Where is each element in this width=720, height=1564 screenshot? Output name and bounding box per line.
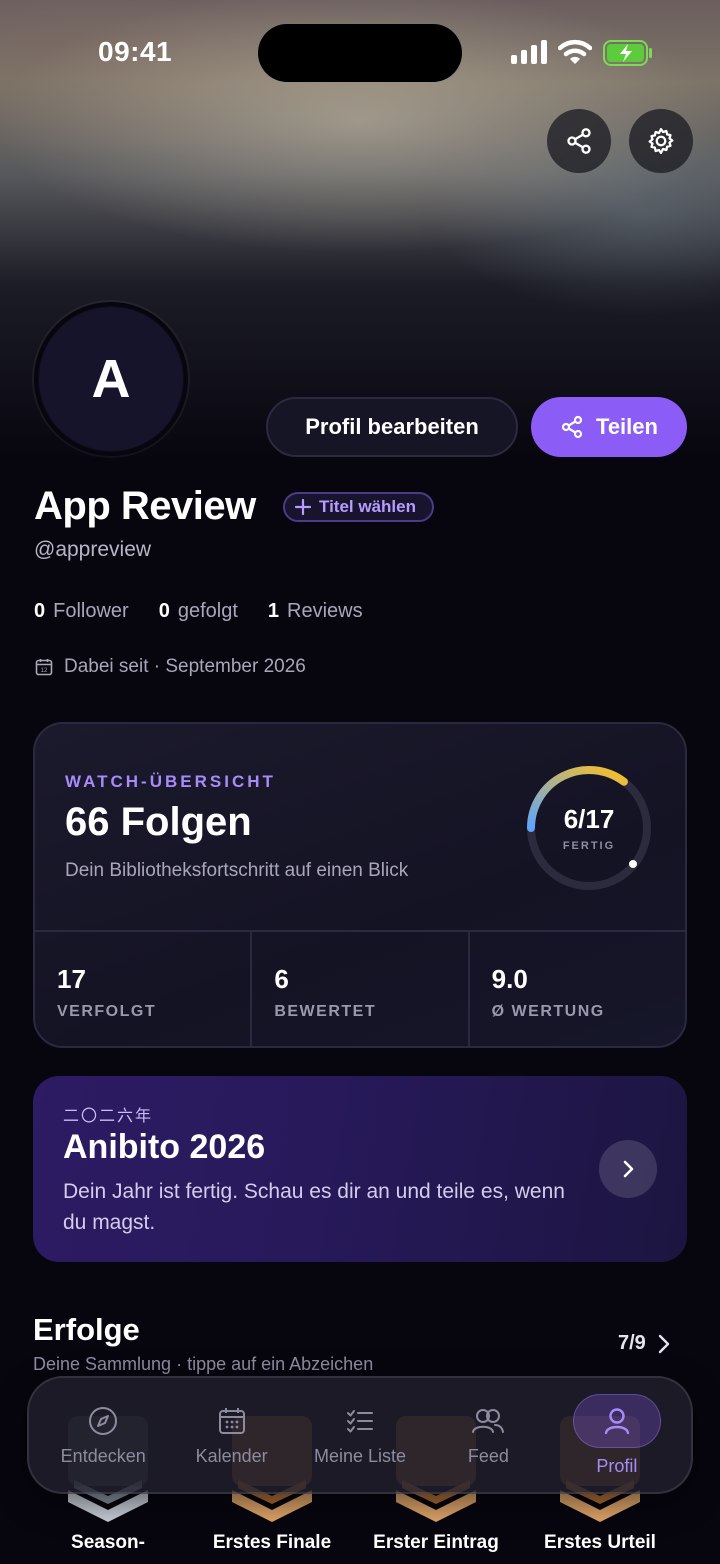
progress-label: FERTIG — [562, 840, 616, 852]
year-review-eyebrow: 二〇二六年 — [63, 1106, 154, 1125]
watch-overview-subtitle: Dein Bibliotheksfortschritt auf einen Bl… — [65, 860, 409, 881]
tab-bar: Entdecken Kalender Meine Liste Feed Prof… — [27, 1376, 693, 1494]
chevron-right-icon — [623, 1160, 634, 1178]
share-icon — [561, 415, 583, 439]
watch-overview-eyebrow: WATCH-ÜBERSICHT — [65, 772, 276, 791]
watch-overview-title: 66 Folgen — [65, 800, 252, 844]
progress-value: 6/17 — [563, 804, 615, 834]
dynamic-island — [258, 24, 462, 82]
tab-discover[interactable]: Entdecken — [39, 1387, 167, 1483]
share-button-label: Teilen — [596, 414, 658, 439]
year-review-open-button[interactable] — [599, 1140, 657, 1198]
avatar[interactable]: A — [34, 302, 188, 456]
share-icon — [567, 128, 591, 154]
tab-feed[interactable]: Feed — [424, 1387, 552, 1483]
wifi-icon — [558, 39, 592, 64]
calendar-icon: 12 — [35, 659, 53, 676]
joined-date: 12 Dabei seit · September 2026 — [34, 656, 306, 678]
choose-title-label: Titel wählen — [319, 497, 416, 516]
status-time: 09:41 — [98, 36, 173, 67]
tab-profile[interactable]: Profil — [553, 1387, 681, 1483]
year-review-title: Anibito 2026 — [63, 1128, 266, 1166]
plus-icon — [294, 498, 312, 516]
reviews-stat[interactable]: 1 Reviews — [268, 600, 363, 623]
edit-profile-button[interactable]: Profil bearbeiten — [266, 397, 518, 457]
avatar-initial: A — [39, 307, 183, 451]
stat-tracked: 17 VERFOLGT — [35, 932, 253, 1046]
watch-overview-card[interactable]: WATCH-ÜBERSICHT 66 Folgen Dein Bibliothe… — [33, 722, 687, 1048]
stat-average-rating: 9.0 Ø WERTUNG — [491, 964, 605, 1020]
tab-calendar[interactable]: Kalender — [167, 1387, 295, 1483]
profile-name: App Review — [34, 484, 256, 528]
chevron-right-icon — [658, 1334, 670, 1353]
year-review-description: Dein Jahr ist fertig. Schau es dir an un… — [63, 1180, 565, 1234]
share-profile-button[interactable] — [547, 109, 611, 173]
achievements-title: Erfolge — [33, 1312, 140, 1347]
person-icon — [604, 1407, 630, 1434]
signal-icon — [511, 40, 547, 64]
settings-button[interactable] — [629, 109, 693, 173]
watch-stats: 17 VERFOLGT 6 BEWERTET 9.0 Ø WERTUNG — [35, 930, 685, 1046]
stat-rated: 6 BEWERTET — [252, 932, 470, 1046]
users-icon — [472, 1408, 505, 1433]
checklist-icon — [347, 1409, 374, 1432]
compass-icon — [89, 1406, 118, 1435]
followers-stat[interactable]: 0 Follower — [34, 600, 129, 623]
following-stat[interactable]: 0 gefolgt — [159, 600, 238, 623]
choose-title-chip[interactable]: Titel wählen — [283, 492, 434, 522]
social-stats: 0 Follower 0 gefolgt 1 Reviews — [34, 600, 393, 623]
calendar-icon — [218, 1407, 245, 1434]
badge-label: Erster Eintrag — [373, 1532, 499, 1553]
tab-my-list[interactable]: Meine Liste — [296, 1387, 424, 1483]
profile-handle: @appreview — [34, 538, 152, 561]
badge-label: Erstes Urteil — [544, 1532, 656, 1553]
badge-label: Season- — [71, 1532, 145, 1553]
badge-label: Erstes Finale — [212, 1532, 332, 1553]
battery-charging-icon — [603, 40, 652, 66]
achievements-subtitle: Deine Sammlung · tippe auf ein Abzeichen — [33, 1354, 374, 1374]
achievements-count[interactable]: 7/9 — [618, 1332, 672, 1355]
share-button[interactable]: Teilen — [531, 397, 687, 457]
year-review-card[interactable]: 二〇二六年 Anibito 2026 Dein Jahr ist fertig.… — [33, 1076, 687, 1262]
svg-text:12: 12 — [41, 668, 48, 674]
gear-icon — [648, 128, 674, 154]
